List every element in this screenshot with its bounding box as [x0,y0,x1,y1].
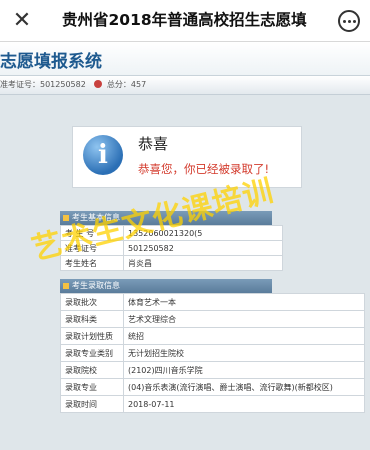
exam-number: 准考证号：501250582 [0,80,86,89]
table-row: 录取批次 体育艺术一本 [60,293,365,311]
row-label: 准考证号 [60,240,124,256]
table-row: 录取专业 (04)音乐表演(流行演唱、爵士演唱、流行歌舞)(新都校区) [60,378,365,396]
section-bullet-icon [63,215,69,221]
close-icon[interactable]: ✕ [0,0,44,41]
row-label: 录取科类 [60,310,124,328]
nav-bar: ✕ 贵州省2018年普通高校招生志愿填 [0,0,370,42]
table-row: 录取专业类别 无计划招生院校 [60,344,365,362]
row-value: 2018-07-11 [123,395,365,413]
row-label: 考 生 号 [60,225,124,241]
row-value: 统招 [123,327,365,345]
row-label: 录取批次 [60,293,124,311]
row-label: 录取专业 [60,378,124,396]
table-row: 录取计划性质 统招 [60,327,365,345]
row-value: 1352060021320(5 [123,225,283,241]
score-icon [94,80,103,88]
section-bullet-icon [63,283,69,289]
table-row: 准考证号 501250582 [60,240,283,256]
row-label: 录取专业类别 [60,344,124,362]
row-value: 无计划招生院校 [123,344,365,362]
total-score: 总分：457 [106,80,147,89]
system-title: 志愿填报系统 [0,52,102,72]
row-label: 录取计划性质 [60,327,124,345]
admission-info-table: 录取批次 体育艺术一本 录取科类 艺术文理综合 录取计划性质 统招 录取专业类别… [60,293,365,413]
row-value: (04)音乐表演(流行演唱、爵士演唱、流行歌舞)(新都校区) [123,378,365,396]
table-row: 考 生 号 1352060021320(5 [60,225,283,241]
system-header: 志愿填报系统 [0,42,370,76]
basic-info-heading-label: 考生基本信息 [72,213,120,222]
page-title: 贵州省2018年普通高校招生志愿填 [62,11,307,29]
admission-info-heading: 考生录取信息 [60,279,272,293]
table-row: 录取科类 艺术文理综合 [60,310,365,328]
row-label: 录取院校 [60,361,124,379]
message-title: 恭喜 [138,135,169,153]
admission-message-card: i 恭喜 恭喜您，你已经被录取了! [72,126,302,188]
row-value: 501250582 [123,240,283,256]
more-options-icon[interactable] [338,10,360,32]
table-row: 录取时间 2018-07-11 [60,395,365,413]
row-value: 体育艺术一本 [123,293,365,311]
info-icon: i [83,135,123,175]
table-row: 录取院校 (2102)四川音乐学院 [60,361,365,379]
row-label: 考生姓名 [60,255,124,271]
row-label: 录取时间 [60,395,124,413]
message-text: 恭喜您，你已经被录取了! [138,162,270,176]
basic-info-table: 考 生 号 1352060021320(5 准考证号 501250582 考生姓… [60,225,283,271]
row-value: 肖炎昌 [123,255,283,271]
row-value: (2102)四川音乐学院 [123,361,365,379]
table-row: 考生姓名 肖炎昌 [60,255,283,271]
row-value: 艺术文理综合 [123,310,365,328]
basic-info-heading: 考生基本信息 [60,211,272,225]
candidate-info-strip: 准考证号：501250582 总分：457 [0,76,370,95]
admission-info-heading-label: 考生录取信息 [72,281,120,290]
